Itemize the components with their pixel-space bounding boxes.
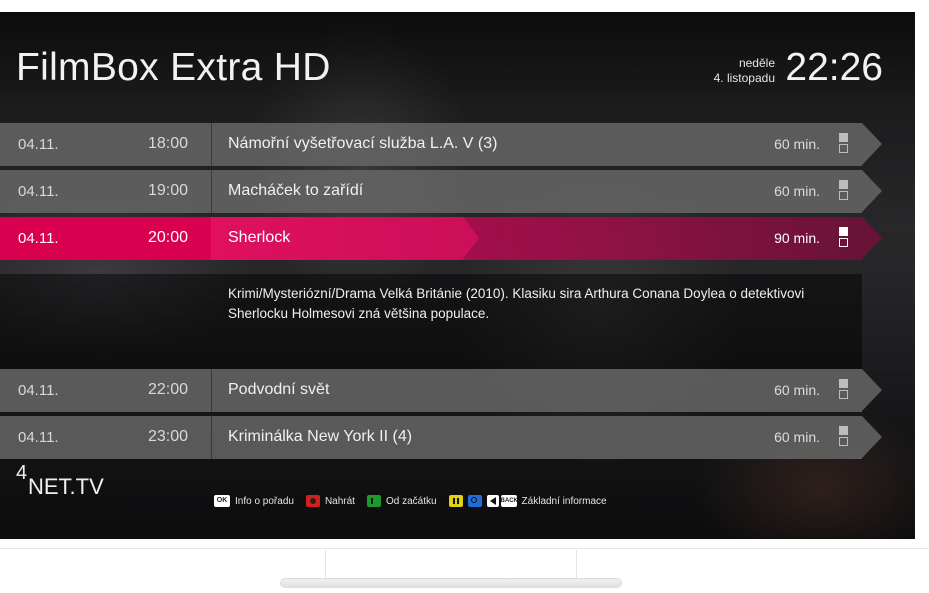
- program-time: 18:00: [148, 135, 189, 152]
- green-start-key-icon: [366, 495, 381, 507]
- day-label: neděle: [738, 56, 775, 70]
- program-duration: 90 min.: [774, 230, 820, 246]
- row-arrow: [862, 369, 882, 411]
- tv-stand-neck: [325, 550, 577, 580]
- program-time: 22:00: [148, 381, 189, 398]
- yellow-pause-key-icon: [448, 495, 463, 507]
- channel-title: FilmBox Extra HD: [16, 46, 331, 89]
- row-divider: [211, 123, 212, 166]
- row-arrow: [862, 170, 882, 212]
- program-date: 04.11.: [18, 382, 59, 399]
- program-title: Sherlock: [228, 229, 291, 246]
- tv-screen: FilmBox Extra HD neděle 4. listopadu 22:…: [0, 12, 915, 539]
- program-duration: 60 min.: [774, 382, 820, 398]
- logo-number: 4: [16, 462, 28, 484]
- ok-key-icon: OK: [214, 495, 230, 507]
- record-status-icon: [839, 180, 850, 202]
- legend-record-label: Nahrát: [324, 495, 355, 507]
- row-arrow: [862, 123, 882, 165]
- back-arrow-key-icon: [486, 495, 499, 507]
- program-date: 04.11.: [18, 429, 59, 446]
- selected-mid-arrow: [463, 217, 479, 259]
- record-status-icon: [839, 133, 850, 155]
- record-status-icon: [839, 426, 850, 448]
- legend-info-label: Info o pořadu: [235, 495, 294, 507]
- program-description: Krimi/Mysteriózní/Drama Velká Británie (…: [0, 274, 862, 369]
- program-title: Kriminálka New York II (4): [228, 428, 413, 445]
- program-time: 19:00: [148, 182, 189, 199]
- tv-stand: [280, 550, 622, 590]
- tv-bezel: [0, 548, 929, 549]
- program-row[interactable]: 04.11. 18:00 Námořní vyšetřovací služba …: [0, 123, 882, 166]
- date-label: 4. listopadu: [713, 71, 775, 85]
- date-block: neděle 4. listopadu: [714, 56, 775, 86]
- key-legend: OK Info o pořadu Nahrát Od začátku BACK …: [214, 495, 619, 507]
- back-key-icon: BACK: [500, 495, 518, 507]
- program-time: 20:00: [148, 229, 189, 246]
- description-text: Krimi/Mysteriózní/Drama Velká Británie (…: [228, 286, 805, 321]
- program-duration: 60 min.: [774, 183, 820, 199]
- tv-stand-base: [280, 578, 622, 588]
- program-duration: 60 min.: [774, 429, 820, 445]
- row-divider: [211, 170, 212, 213]
- program-row[interactable]: 04.11. 22:00 Podvodní svět 60 min.: [0, 369, 882, 412]
- program-title: Námořní vyšetřovací služba L.A. V (3): [228, 135, 498, 152]
- program-row[interactable]: 04.11. 19:00 Macháček to zařídí 60 min.: [0, 170, 882, 213]
- row-divider: [211, 369, 212, 412]
- program-date: 04.11.: [18, 183, 59, 200]
- legend-from-start-label: Od začátku: [385, 495, 437, 507]
- program-duration: 60 min.: [774, 136, 820, 152]
- legend-basic-info-label: Základní informace: [521, 495, 607, 507]
- program-time: 23:00: [148, 428, 189, 445]
- row-arrow: [862, 217, 882, 259]
- header: FilmBox Extra HD neděle 4. listopadu 22:…: [0, 12, 915, 120]
- footer: 4 NET.TV OK Info o pořadu Nahrát Od začá…: [0, 452, 915, 539]
- program-date: 04.11.: [18, 136, 59, 153]
- program-title: Podvodní svět: [228, 381, 330, 398]
- red-record-key-icon: [305, 495, 320, 507]
- blue-search-key-icon: [467, 495, 482, 507]
- program-title: Macháček to zařídí: [228, 182, 364, 199]
- clock: 22:26: [785, 46, 883, 89]
- program-date: 04.11.: [18, 230, 59, 247]
- record-status-icon: [839, 227, 850, 249]
- program-row-selected[interactable]: 04.11. 20:00 Sherlock 90 min.: [0, 217, 882, 260]
- logo-text: NET.TV: [28, 474, 104, 499]
- record-status-icon: [839, 379, 850, 401]
